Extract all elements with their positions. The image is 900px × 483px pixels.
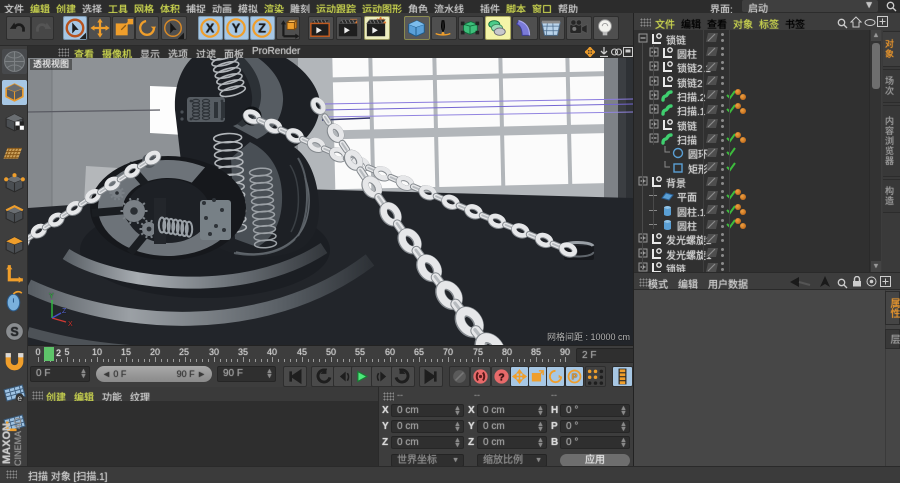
svg-text:S: S bbox=[10, 325, 18, 339]
svg-text:X: X bbox=[206, 21, 215, 36]
svg-text:网格间距 : 10000 cm: 网格间距 : 10000 cm bbox=[547, 331, 630, 342]
svg-text:X: X bbox=[68, 321, 73, 328]
svg-text:Y: Y bbox=[49, 293, 54, 300]
svg-text:?: ? bbox=[498, 372, 504, 383]
svg-text:Y: Y bbox=[232, 21, 241, 36]
svg-text:Z: Z bbox=[258, 21, 266, 36]
svg-text:Z: Z bbox=[62, 308, 67, 315]
svg-text:e: e bbox=[17, 393, 22, 403]
svg-text:P: P bbox=[572, 372, 578, 382]
